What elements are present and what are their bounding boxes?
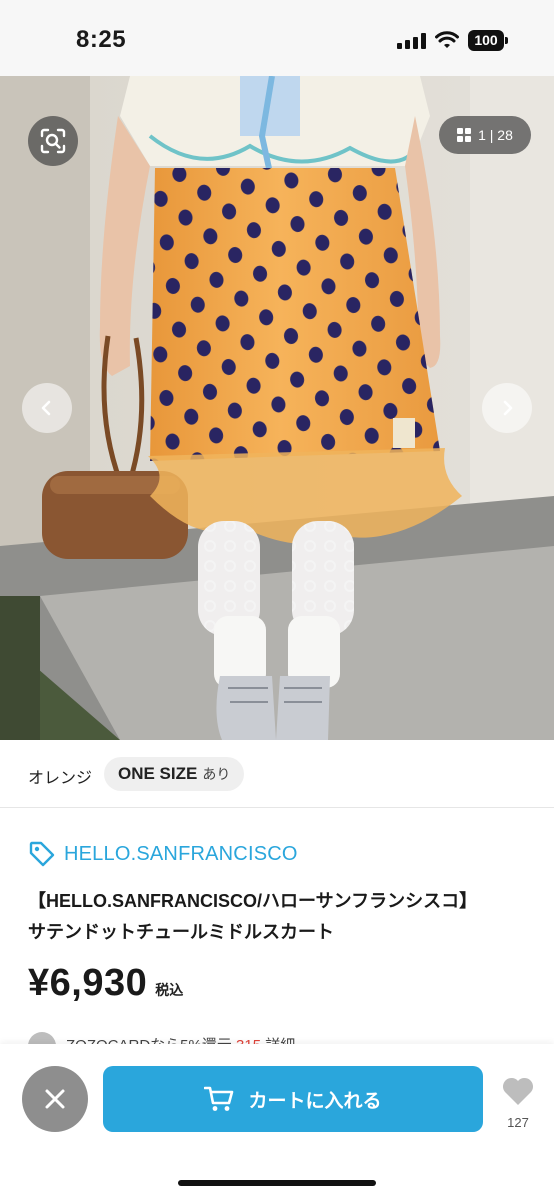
- size-label: ONE SIZE: [118, 764, 198, 783]
- tax-label: 税込: [155, 982, 184, 998]
- cart-icon: [204, 1086, 234, 1111]
- brand-link[interactable]: HELLO.SANFRANCISCO: [28, 840, 298, 868]
- close-icon: [45, 1089, 65, 1109]
- add-to-cart-label: カートに入れる: [248, 1090, 382, 1112]
- heart-icon: [502, 1077, 534, 1105]
- product-title-line2: サテンドットチュールミドルスカート: [28, 922, 334, 942]
- status-bar: 8:25 100: [0, 0, 554, 76]
- image-counter[interactable]: 1 | 28: [439, 116, 531, 154]
- size-chip[interactable]: ONE SIZE あり: [104, 757, 245, 791]
- image-counter-text: 1 | 28: [478, 127, 513, 143]
- price-value: ¥6,930: [28, 962, 148, 1004]
- previous-image-button[interactable]: [22, 383, 72, 433]
- grid-icon: [457, 128, 472, 142]
- home-indicator[interactable]: [178, 1180, 376, 1186]
- add-to-cart-button[interactable]: カートに入れる: [103, 1066, 483, 1132]
- status-time: 8:25: [76, 26, 127, 53]
- variant-color-label: オレンジ: [28, 770, 93, 787]
- cellular-signal-icon: [397, 33, 427, 49]
- stock-availability: あり: [202, 766, 231, 782]
- image-search-button[interactable]: [28, 116, 78, 166]
- price: ¥6,930 税込: [28, 962, 183, 1005]
- variant-row: オレンジ: [0, 740, 554, 808]
- brand-name: HELLO.SANFRANCISCO: [64, 842, 298, 865]
- favorite-count: 127: [507, 1115, 529, 1130]
- product-image-gallery[interactable]: 1 | 28: [0, 76, 554, 740]
- product-title: 【HELLO.SANFRANCISCO/ハローサンフランシスコ】 サテンドットチ…: [28, 886, 538, 948]
- image-search-icon: [40, 128, 66, 154]
- battery-level: 100: [468, 30, 504, 51]
- favorite-button[interactable]: 127: [498, 1076, 538, 1130]
- close-button[interactable]: [22, 1066, 88, 1132]
- wifi-icon: [435, 31, 459, 48]
- product-title-line1: 【HELLO.SANFRANCISCO/ハローサンフランシスコ】: [28, 891, 478, 911]
- next-image-button[interactable]: [482, 383, 532, 433]
- tag-icon: [29, 841, 55, 867]
- product-photo: [0, 76, 554, 740]
- chevron-left-icon: [41, 400, 51, 416]
- chevron-right-icon: [503, 400, 513, 416]
- battery-icon: 100: [468, 30, 508, 51]
